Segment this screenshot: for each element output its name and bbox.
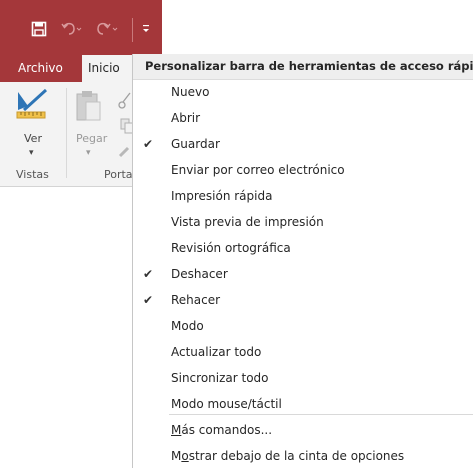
redo-button[interactable]: [96, 18, 118, 40]
menu-header: Personalizar barra de herramientas de ac…: [133, 54, 473, 80]
menu-item-label: Vista previa de impresión: [171, 215, 324, 229]
menu-item-label: Revisión ortográfica: [171, 241, 291, 255]
menu-item-nuevo[interactable]: Nuevo: [133, 80, 473, 106]
menu-item-label: Nuevo: [171, 85, 210, 99]
label-rest: ás comandos...: [181, 423, 273, 437]
menu-item-mostrar-debajo[interactable]: Mostrar debajo de la cinta de opciones: [133, 444, 473, 470]
group-portapapeles-label: Porta: [104, 168, 133, 181]
paste-icon: [76, 91, 101, 121]
group-vistas-label: Vistas: [16, 168, 49, 181]
quick-access-toolbar: [0, 8, 162, 42]
pegar-button[interactable]: Pegar ▾: [72, 88, 112, 162]
tab-archivo[interactable]: Archivo: [12, 55, 69, 82]
menu-item-abrir[interactable]: Abrir: [133, 106, 473, 132]
group-separator: [66, 88, 67, 178]
menu-item-label: Impresión rápida: [171, 189, 273, 203]
undo-icon: [61, 22, 82, 35]
menu-item-enviar-correo[interactable]: Enviar por correo electrónico: [133, 158, 473, 184]
menu-item-label: Actualizar todo: [171, 345, 262, 359]
check-icon: ✔: [143, 293, 154, 307]
menu-item-label: Rehacer: [171, 293, 221, 307]
check-icon: ✔: [143, 137, 154, 151]
access-key: o: [181, 449, 189, 463]
menu-item-revision-ortografica[interactable]: Revisión ortográfica: [133, 236, 473, 262]
pegar-label: Pegar: [76, 132, 108, 145]
menu-item-actualizar-todo[interactable]: Actualizar todo: [133, 340, 473, 366]
menu-item-label: Modo: [171, 319, 204, 333]
menu-item-sincronizar-todo[interactable]: Sincronizar todo: [133, 366, 473, 392]
qat-divider: [132, 18, 133, 42]
ver-button[interactable]: Ver ▾: [14, 88, 50, 162]
title-bar: [0, 0, 162, 55]
redo-icon: [97, 22, 118, 35]
menu-item-impresion-rapida[interactable]: Impresión rápida: [133, 184, 473, 210]
menu-item-label: Sincronizar todo: [171, 371, 269, 385]
undo-button[interactable]: [60, 18, 82, 40]
save-icon: [31, 21, 47, 37]
view-design-icon: [16, 88, 48, 119]
menu-item-modo[interactable]: Modo: [133, 314, 473, 340]
menu-header-title: Personalizar barra de herramientas de ac…: [145, 59, 473, 73]
tab-inicio[interactable]: Inicio: [82, 55, 138, 82]
save-button[interactable]: [28, 18, 50, 40]
label-pre: M: [171, 449, 182, 463]
menu-item-label: Más comandos...: [171, 423, 272, 437]
menu-item-label: Mostrar debajo de la cinta de opciones: [171, 449, 404, 463]
menu-item-label: Abrir: [171, 111, 201, 125]
pegar-dropdown-arrow: ▾: [86, 148, 91, 158]
label-rest: strar debajo de la cinta de opciones: [188, 449, 405, 463]
menu-item-vista-previa[interactable]: Vista previa de impresión: [133, 210, 473, 236]
menu-item-guardar[interactable]: ✔ Guardar: [133, 132, 473, 158]
menu-item-rehacer[interactable]: ✔ Rehacer: [133, 288, 473, 314]
menu-item-mas-comandos[interactable]: Más comandos...: [133, 418, 473, 444]
access-key: M: [171, 423, 182, 437]
ver-dropdown-arrow: ▾: [29, 148, 34, 158]
check-icon: ✔: [143, 267, 154, 281]
menu-item-deshacer[interactable]: ✔ Deshacer: [133, 262, 473, 288]
menu-item-label: Guardar: [171, 137, 220, 151]
menu-item-label: Deshacer: [171, 267, 228, 281]
customize-qat-menu: Personalizar barra de herramientas de ac…: [132, 54, 473, 468]
menu-item-label: Enviar por correo electrónico: [171, 163, 345, 177]
customize-qat-icon: [143, 25, 149, 32]
menu-item-label: Modo mouse/táctil: [171, 397, 282, 411]
ver-label: Ver: [24, 132, 42, 145]
menu-separator: [169, 414, 473, 415]
customize-qat-button[interactable]: [136, 18, 156, 40]
